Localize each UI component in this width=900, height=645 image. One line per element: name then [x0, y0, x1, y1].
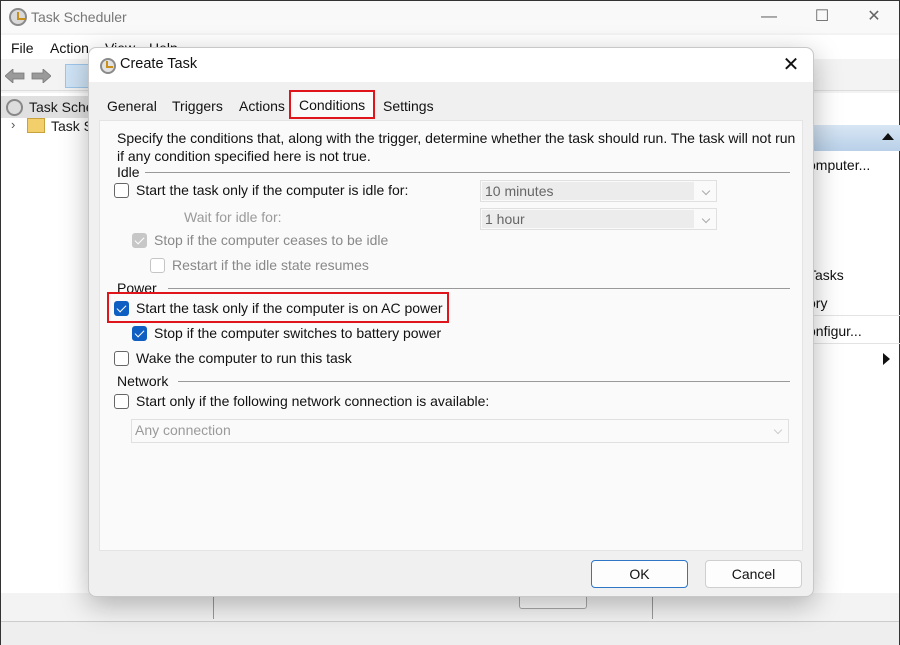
main-title-bar: Task Scheduler — ☐ ✕: [1, 1, 899, 33]
tab-conditions[interactable]: Conditions: [289, 90, 376, 119]
wait-for-idle-label: Wait for idle for:: [184, 209, 282, 225]
folder-clock-icon: [27, 118, 45, 133]
checkbox-box[interactable]: [132, 232, 147, 248]
forward-arrow-icon[interactable]: [31, 68, 52, 84]
restart-if-idle-resumes-checkbox[interactable]: Restart if the idle state resumes: [150, 255, 369, 275]
menu-file[interactable]: File: [11, 40, 34, 56]
start-if-idle-checkbox[interactable]: Start the task only if the computer is i…: [114, 180, 408, 200]
background-refresh-button: [519, 597, 587, 609]
conditions-description: Specify the conditions that, along with …: [117, 130, 796, 164]
idle-group-label: Idle: [117, 164, 140, 180]
actions-pane: omputer... Tasks ory onfigur...: [801, 93, 900, 593]
tree-item-label: Task S: [51, 118, 94, 134]
background-summary-fragment: [213, 597, 653, 619]
maximize-button[interactable]: ☐: [802, 5, 842, 29]
submenu-arrow-icon[interactable]: [883, 353, 890, 365]
checkbox-box[interactable]: [114, 182, 129, 198]
minimize-button[interactable]: —: [749, 5, 789, 29]
chevron-down-icon: [701, 186, 711, 196]
start-on-ac-power-checkbox[interactable]: Start the task only if the computer is o…: [114, 298, 443, 318]
tree-item-label: Task Sche: [29, 99, 94, 115]
checkbox-box[interactable]: [150, 257, 165, 273]
select-value: Any connection: [135, 422, 231, 438]
stop-on-battery-checkbox[interactable]: Stop if the computer switches to battery…: [132, 323, 441, 343]
back-arrow-icon[interactable]: [4, 68, 25, 84]
main-window-title: Task Scheduler: [31, 9, 127, 25]
collapse-up-icon[interactable]: [882, 133, 894, 140]
chevron-right-icon[interactable]: ›: [11, 117, 15, 132]
checkbox-label: Stop if the computer ceases to be idle: [154, 232, 389, 248]
checkbox-label: Stop if the computer switches to battery…: [154, 325, 442, 341]
dialog-title: Create Task: [120, 56, 198, 72]
checkbox-box[interactable]: [114, 300, 129, 316]
tab-settings[interactable]: Settings: [375, 93, 442, 119]
checkbox-label: Start the task only if the computer is o…: [136, 300, 443, 316]
chevron-down-icon: [701, 214, 711, 224]
close-window-button[interactable]: ✕: [854, 5, 894, 29]
actions-pane-header[interactable]: [802, 125, 900, 151]
action-at-service-configuration[interactable]: onfigur...: [808, 323, 862, 339]
divider: [168, 288, 790, 289]
select-value: 1 hour: [482, 210, 694, 228]
conditions-panel: Specify the conditions that, along with …: [99, 120, 803, 551]
checkbox-box[interactable]: [132, 325, 147, 341]
idle-duration-select[interactable]: 10 minutes: [480, 180, 717, 202]
clock-icon: [9, 8, 27, 26]
network-group-label: Network: [117, 373, 169, 389]
menu-action[interactable]: Action: [50, 40, 89, 56]
divider: [802, 315, 900, 316]
power-group-label: Power: [117, 280, 157, 296]
checkbox-label: Start only if the following network conn…: [136, 393, 490, 409]
status-bar: [1, 621, 899, 645]
cancel-button[interactable]: Cancel: [705, 560, 802, 588]
close-dialog-button[interactable]: ✕: [779, 53, 803, 77]
wake-to-run-checkbox[interactable]: Wake the computer to run this task: [114, 348, 352, 368]
ok-button[interactable]: OK: [591, 560, 688, 588]
dialog-title-bar: Create Task ✕: [89, 48, 813, 82]
stop-if-ceases-idle-checkbox[interactable]: Stop if the computer ceases to be idle: [132, 230, 388, 250]
tab-general[interactable]: General: [99, 93, 165, 119]
checkbox-box[interactable]: [114, 350, 129, 366]
action-connect-to-computer[interactable]: omputer...: [808, 157, 870, 173]
checkbox-label: Restart if the idle state resumes: [172, 257, 369, 273]
select-value: 10 minutes: [482, 182, 694, 200]
tab-actions[interactable]: Actions: [231, 93, 293, 119]
divider: [145, 172, 790, 173]
checkbox-box[interactable]: [114, 393, 129, 409]
checkbox-label: Wake the computer to run this task: [136, 350, 352, 366]
divider: [178, 381, 790, 382]
create-task-dialog: Create Task ✕ General Triggers Actions C…: [88, 47, 814, 597]
clock-icon: [100, 58, 116, 74]
checkbox-label: Start the task only if the computer is i…: [136, 182, 409, 198]
tab-triggers[interactable]: Triggers: [164, 93, 231, 119]
wait-for-idle-select[interactable]: 1 hour: [480, 208, 717, 230]
chevron-down-icon: [773, 425, 783, 435]
network-connection-select[interactable]: Any connection: [131, 419, 789, 443]
clock-icon: [6, 99, 23, 116]
divider: [802, 343, 900, 344]
start-if-network-checkbox[interactable]: Start only if the following network conn…: [114, 391, 489, 411]
